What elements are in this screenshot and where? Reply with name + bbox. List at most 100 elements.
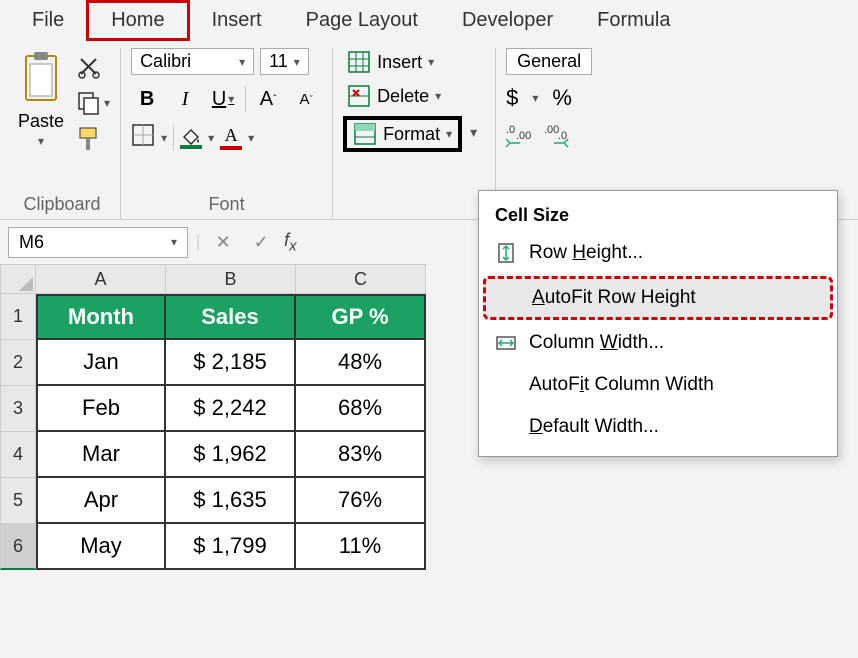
chevron-down-icon: ▾ [294,55,300,69]
copy-button[interactable]: ▾ [76,90,110,116]
cell[interactable]: Sales [166,294,296,340]
menu-label: Row Height... [529,242,643,264]
dropdown-section-header: Cell Size [479,199,837,232]
currency-button[interactable]: $ [506,85,518,111]
font-name-select[interactable]: Calibri ▾ [131,48,254,75]
delete-cells-button[interactable]: Delete ▾ [343,82,462,110]
row-header[interactable]: 3 [0,386,36,432]
column-header-c[interactable]: C [296,264,426,294]
decrease-font-button[interactable]: Aˇ [290,83,322,115]
menu-label: AutoFit Column Width [529,374,714,396]
italic-button[interactable]: I [169,83,201,115]
fill-color-indicator [180,145,202,149]
svg-text:.00: .00 [516,130,531,142]
ribbon-group-font: Calibri ▾ 11 ▾ B I U▾ Aˆ Aˇ ▾ [121,48,333,219]
name-box[interactable]: M6 ▾ [8,227,188,258]
select-all-corner[interactable] [0,264,36,294]
cell[interactable]: Month [36,294,166,340]
borders-button[interactable] [131,123,155,152]
column-width-menu-item[interactable]: Column Width... [479,322,837,364]
format-painter-button[interactable] [76,126,110,152]
menu-home[interactable]: Home [86,0,189,41]
row-header[interactable]: 1 [0,294,36,340]
cut-button[interactable] [76,54,110,80]
column-header-a[interactable]: A [36,264,166,294]
underline-button[interactable]: U▾ [207,83,239,115]
delete-label: Delete [377,86,429,107]
clipboard-group-label: Clipboard [14,192,110,217]
cell[interactable]: May [36,524,166,570]
cell[interactable]: 68% [296,386,426,432]
svg-text:.00: .00 [544,124,559,136]
cell[interactable]: 48% [296,340,426,386]
number-format-value: General [517,51,581,72]
cell[interactable]: $ 1,962 [166,432,296,478]
chevron-down-icon: ▾ [104,96,110,110]
bold-button[interactable]: B [131,83,163,115]
cell[interactable]: 83% [296,432,426,478]
chevron-down-icon: ▾ [171,235,177,249]
format-dropdown-menu: Cell Size Row Height... AutoFit Row Heig… [478,190,838,457]
chevron-down-icon: ▾ [161,131,167,145]
menu-bar: File Home Insert Page Layout Developer F… [0,0,858,40]
cell-reference: M6 [19,232,44,253]
autofit-row-height-menu-item[interactable]: AutoFit Row Height [483,276,833,320]
menu-label: AutoFit Row Height [532,287,696,309]
cell[interactable]: GP % [296,294,426,340]
number-format-select[interactable]: General [506,48,592,75]
cell[interactable]: 11% [296,524,426,570]
accept-formula-button[interactable]: ✓ [246,232,276,253]
menu-insert[interactable]: Insert [190,3,284,38]
ribbon-group-cells: Insert ▾ Delete ▾ Format ▾ ▾ [333,48,496,219]
cell[interactable]: Feb [36,386,166,432]
menu-page-layout[interactable]: Page Layout [284,3,440,38]
menu-file[interactable]: File [10,3,86,38]
chevron-down-icon: ▾ [239,55,245,69]
cell[interactable]: $ 2,242 [166,386,296,432]
chevron-down-icon: ▾ [428,55,434,69]
increase-decimal-button[interactable]: .0.00 [506,121,534,154]
cell[interactable]: Jan [36,340,166,386]
cell[interactable]: $ 1,635 [166,478,296,524]
cell[interactable]: Apr [36,478,166,524]
clipboard-icon [20,52,62,109]
default-width-menu-item[interactable]: Default Width... [479,406,837,448]
chevron-down-icon: ▾ [248,131,254,145]
fill-color-button[interactable] [180,127,202,149]
paste-label: Paste [18,111,64,132]
chevron-down-icon: ▾ [435,89,441,103]
fx-icon[interactable]: fx [284,230,297,255]
format-label: Format [383,124,440,145]
menu-label: Column Width... [529,332,664,354]
insert-cells-button[interactable]: Insert ▾ [343,48,462,76]
autofit-column-width-menu-item[interactable]: AutoFit Column Width [479,364,837,406]
row-header[interactable]: 2 [0,340,36,386]
font-group-label: Font [131,192,322,217]
chevron-down-icon: ▾ [532,91,538,105]
row-header[interactable]: 4 [0,432,36,478]
increase-font-button[interactable]: Aˆ [252,83,284,115]
row-header[interactable]: 6 [0,524,36,570]
cell[interactable]: $ 2,185 [166,340,296,386]
cancel-formula-button[interactable]: ✕ [208,232,238,253]
font-name-value: Calibri [140,51,191,72]
decrease-decimal-button[interactable]: .00.0 [544,121,572,154]
font-color-button[interactable]: A [220,125,242,150]
chevron-down-icon: ▾ [38,134,44,148]
paste-button[interactable]: Paste ▾ [14,48,68,152]
ribbon-group-clipboard: Paste ▾ ▾ Clipboard [4,48,121,219]
cell[interactable]: 76% [296,478,426,524]
svg-text:.0: .0 [506,124,515,136]
menu-formula[interactable]: Formula [575,3,692,38]
row-height-menu-item[interactable]: Row Height... [479,232,837,274]
font-size-select[interactable]: 11 ▾ [260,48,309,75]
percent-button[interactable]: % [552,85,572,111]
insert-label: Insert [377,52,422,73]
format-cells-button[interactable]: Format ▾ [343,116,462,152]
column-header-b[interactable]: B [166,264,296,294]
cell[interactable]: $ 1,799 [166,524,296,570]
menu-developer[interactable]: Developer [440,3,575,38]
cell[interactable]: Mar [36,432,166,478]
row-header[interactable]: 5 [0,478,36,524]
font-color-indicator [220,146,242,150]
